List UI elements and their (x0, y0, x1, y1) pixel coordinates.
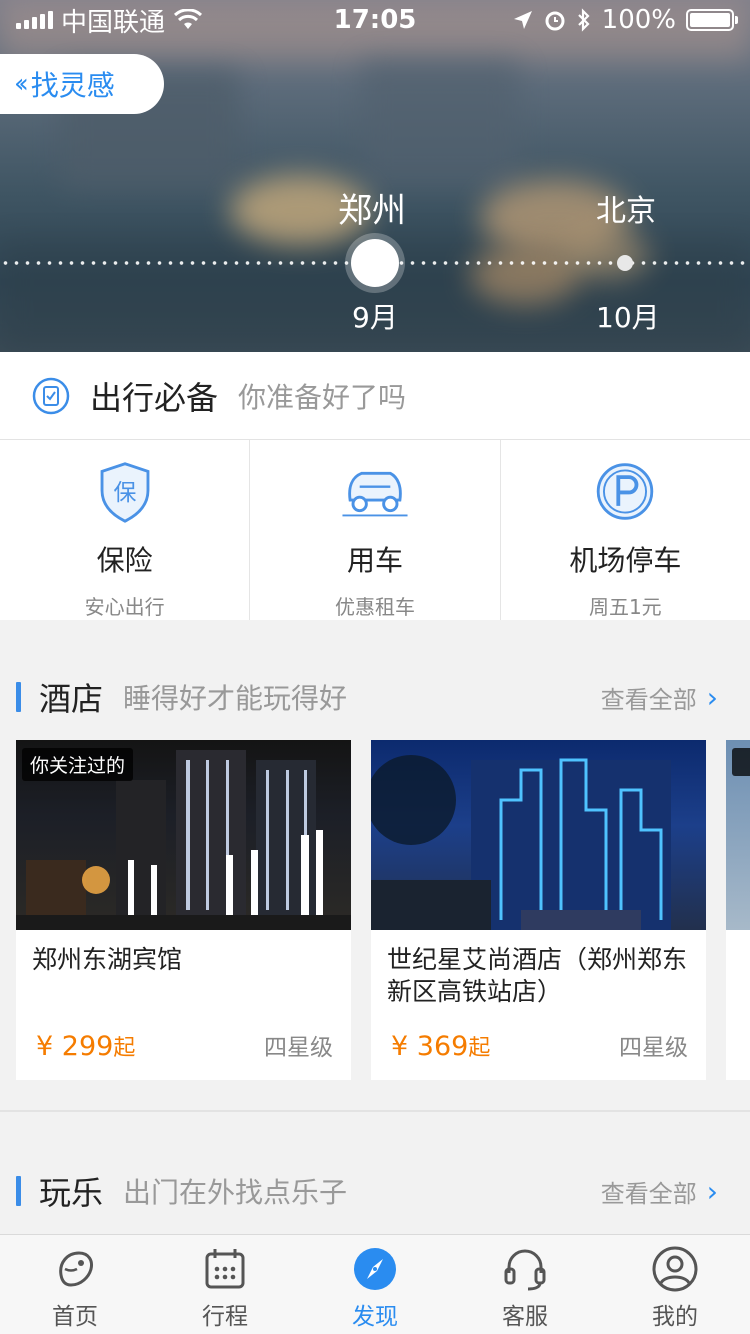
svg-text:保: 保 (113, 480, 136, 506)
tab-itinerary-label: 行程 (202, 1304, 248, 1330)
essentials-title: 出行必备 (90, 378, 219, 417)
chevron-right-icon: › (706, 680, 718, 714)
essentials-grid: 保 保险 安心出行 用车 优惠租车 机场停车 周五1元 (0, 440, 750, 620)
bluetooth-icon (577, 8, 590, 32)
essentials-insurance[interactable]: 保 保险 安心出行 (0, 440, 251, 620)
status-bar: 中国联通 17:05 100% (0, 0, 750, 40)
hotel-price: ¥ 299起 (36, 1031, 136, 1062)
hero-banner: 中国联通 17:05 100% ‹‹ 找灵感 郑州 北京 9月 10月 (0, 0, 750, 352)
car-rental-sub: 优惠租车 (334, 595, 415, 619)
essentials-subtitle: 你准备好了吗 (238, 380, 407, 414)
tab-discover-label: 发现 (352, 1304, 398, 1330)
hotel-section-header: 酒店 睡得好才能玩得好 查看全部 › (0, 672, 750, 722)
tab-home[interactable]: 首页 (0, 1235, 150, 1334)
essentials-car-rental[interactable]: 用车 优惠租车 (250, 440, 501, 620)
hotel-section-subtitle: 睡得好才能玩得好 (123, 682, 348, 715)
month-label-current: 9月 (352, 301, 398, 334)
find-inspiration-button[interactable]: ‹‹ 找灵感 (0, 54, 164, 114)
alarm-icon (545, 11, 565, 31)
background-building (360, 60, 520, 190)
find-inspiration-label: 找灵感 (30, 69, 115, 102)
city-zhengzhou[interactable]: 郑州 (338, 183, 406, 232)
tab-itinerary[interactable]: 行程 (150, 1235, 300, 1334)
hotel-photo (371, 740, 706, 930)
compass-icon (354, 1248, 396, 1290)
hotel-section-title: 酒店 (39, 680, 104, 718)
tab-profile-label: 我的 (652, 1304, 698, 1330)
play-view-all-link[interactable]: 查看全部 › (601, 1174, 718, 1209)
hotel-card-carousel[interactable]: 你关注过的 郑州东湖宾馆 ¥ 299起 四星级 世纪星艾尚酒店（郑州郑东新区高铁… (16, 740, 750, 1080)
play-section-subtitle: 出门在外找点乐子 (123, 1176, 348, 1209)
followed-tag: 你关注过的 (22, 748, 134, 781)
bottom-tab-bar: 首页 行程 发现 客服 我的 (0, 1234, 750, 1334)
airport-parking-sub: 周五1元 (588, 595, 662, 619)
view-all-label: 查看全部 (600, 685, 697, 714)
view-all-label: 查看全部 (600, 1179, 697, 1208)
headset-icon (504, 1249, 546, 1291)
hotel-card-peek[interactable] (726, 740, 750, 1080)
timeline-next-dot[interactable] (617, 255, 633, 271)
tab-home-label: 首页 (52, 1304, 98, 1330)
hotel-star-rating: 四星级 (264, 1035, 333, 1061)
background-landmark (560, 230, 650, 280)
insurance-shield-icon: 保 (100, 462, 150, 523)
timeline-current-knob[interactable] (351, 239, 399, 287)
double-chevron-left-icon: ‹‹ (14, 69, 29, 99)
checklist-icon (32, 377, 70, 414)
calendar-icon (205, 1249, 245, 1289)
car-icon (342, 471, 408, 517)
parking-icon (597, 463, 654, 520)
play-section-header: 玩乐 出门在外找点乐子 查看全部 › (0, 1166, 750, 1216)
signal-icon (16, 11, 53, 29)
hotel-star-rating: 四星级 (619, 1035, 688, 1061)
location-arrow-icon (513, 11, 532, 29)
airport-parking-label: 机场停车 (569, 544, 682, 577)
hotel-name: 郑州东湖宾馆 (32, 945, 183, 974)
car-rental-label: 用车 (346, 544, 403, 577)
card-tag (732, 748, 750, 776)
hotel-view-all-link[interactable]: 查看全部 › (601, 680, 718, 715)
hotel-blue-building-image (371, 755, 671, 930)
battery-icon (686, 9, 738, 31)
tab-profile[interactable]: 我的 (600, 1235, 750, 1334)
chevron-right-icon: › (706, 1174, 718, 1208)
play-section-title: 玩乐 (39, 1174, 104, 1212)
tab-customer-service-label: 客服 (502, 1304, 548, 1330)
hotel-card[interactable]: 世纪星艾尚酒店（郑州郑东新区高铁站店） ¥ 369起 四星级 (371, 740, 706, 1080)
section-divider (0, 1110, 750, 1112)
section-accent-bar (16, 682, 21, 712)
hotel-name: 世纪星艾尚酒店（郑州郑东新区高铁站店） (387, 945, 688, 1006)
wifi-icon (173, 9, 203, 29)
insurance-label: 保险 (96, 544, 153, 577)
tab-customer-service[interactable]: 客服 (450, 1235, 600, 1334)
battery-percent: 100% (601, 5, 676, 35)
essentials-airport-parking[interactable]: 机场停车 周五1元 (501, 440, 750, 620)
insurance-sub: 安心出行 (84, 595, 165, 619)
hotel-price: ¥ 369起 (391, 1031, 491, 1062)
travel-essentials-header: 出行必备 你准备好了吗 (0, 352, 750, 440)
carrier-label: 中国联通 (61, 7, 166, 38)
month-label-next: 10月 (596, 301, 660, 334)
section-accent-bar (16, 1176, 21, 1206)
hotel-photo: 你关注过的 (16, 740, 351, 930)
profile-icon (652, 1246, 698, 1292)
tab-discover[interactable]: 发现 (300, 1235, 450, 1334)
city-beijing[interactable]: 北京 (596, 186, 656, 230)
home-dolphin-icon (59, 1251, 93, 1287)
hotel-card[interactable]: 你关注过的 郑州东湖宾馆 ¥ 299起 四星级 (16, 740, 351, 1080)
